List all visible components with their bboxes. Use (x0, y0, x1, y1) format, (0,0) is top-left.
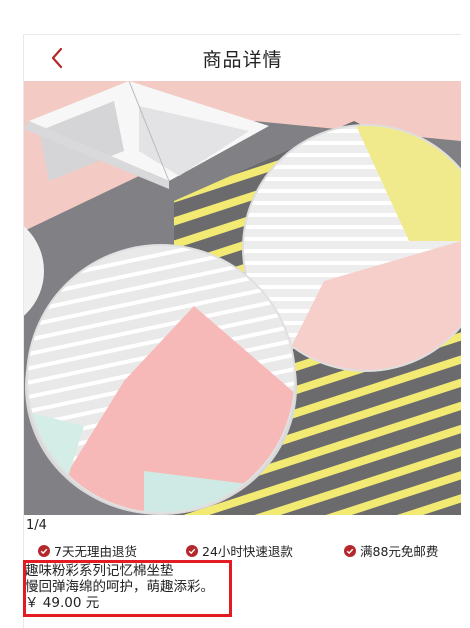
page: 商品详情 1/4 7天无理由退货 24小时快速退款 满88元免邮费 趣味粉彩系列… (0, 0, 470, 628)
product-detail-screen: 商品详情 1/4 7天无理由退货 24小时快速退款 满88元免邮费 趣味粉彩系列… (23, 34, 461, 628)
service-guarantees: 7天无理由退货 24小时快速退款 满88元免邮费 (24, 541, 461, 563)
product-photo-illustration (24, 81, 461, 515)
header-bar: 商品详情 (24, 35, 461, 81)
service-label: 满88元免邮费 (360, 544, 439, 559)
product-price: ￥ 49.00 元 (25, 595, 100, 611)
check-circle-icon (344, 544, 356, 557)
service-item: 24小时快速退款 (186, 541, 293, 560)
product-description: 慢回弹海绵的呵护，萌趣添彩。 (25, 579, 214, 595)
image-counter: 1/4 (26, 518, 47, 533)
service-item: 满88元免邮费 (344, 541, 438, 560)
page-title: 商品详情 (202, 49, 283, 71)
product-name: 趣味粉彩系列记忆棉坐垫 (25, 563, 174, 579)
product-image[interactable] (24, 81, 461, 515)
product-info: 趣味粉彩系列记忆棉坐垫 慢回弹海绵的呵护，萌趣添彩。 ￥ 49.00 元 (23, 560, 235, 617)
service-item: 7天无理由退货 (38, 541, 137, 560)
service-label: 24小时快速退款 (202, 544, 293, 559)
check-circle-icon (38, 544, 50, 557)
check-circle-icon (186, 544, 198, 557)
service-label: 7天无理由退货 (54, 544, 137, 559)
